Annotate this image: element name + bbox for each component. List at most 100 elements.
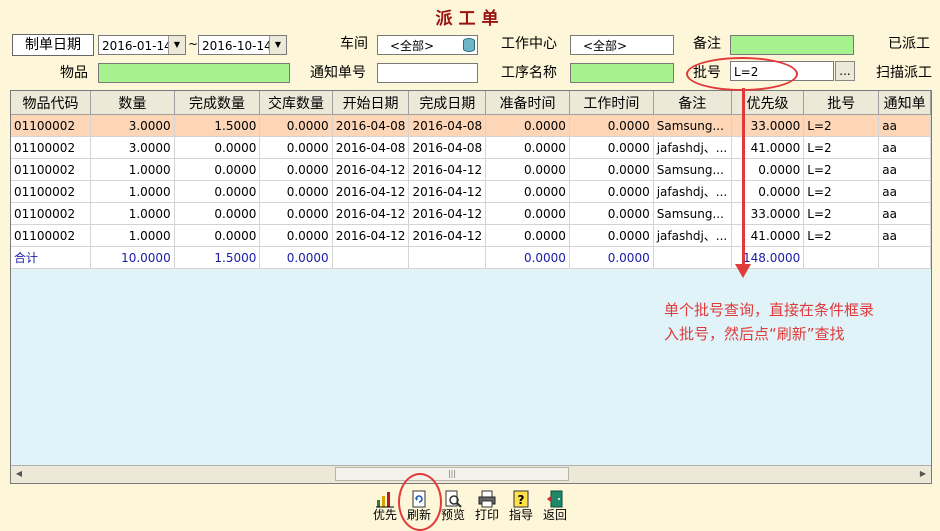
table-cell: L=2 [803, 158, 880, 181]
table-row[interactable]: 01100002 1.0000 0.0000 0.0000 2016-04-12 2016… [11, 158, 931, 181]
table-cell: 0.0000 [174, 158, 261, 181]
toolbar-label: 刷新 [406, 508, 431, 522]
annotation-text: 单个批号查询，直接在条件框录 入批号，然后点“刷新”查找 [664, 298, 936, 346]
print-button[interactable]: 打印 [470, 490, 504, 528]
table-cell: 3.0000 [90, 136, 175, 159]
table-cell: aa [878, 180, 931, 203]
database-icon[interactable] [463, 38, 475, 52]
table-cell: 0.0000 [485, 158, 570, 181]
table-cell [332, 246, 410, 269]
process-input[interactable] [570, 63, 674, 83]
item-input[interactable] [98, 63, 290, 83]
column-header[interactable]: 备注 [653, 91, 732, 115]
date-to-value: 2016-10-14 [202, 39, 272, 53]
column-header[interactable]: 物品代码 [11, 91, 91, 115]
table-cell: 0.0000 [259, 202, 333, 225]
date-label-button[interactable]: 制单日期 [12, 34, 94, 56]
table-cell: 0.0000 [174, 202, 261, 225]
chevron-down-icon[interactable]: ▼ [168, 36, 185, 54]
header-row: 物品代码 数量 完成数量 交库数量 开始日期 完成日期 准备时间 工作时间 备注… [11, 91, 931, 115]
notice-input[interactable] [377, 63, 478, 83]
table-row[interactable]: 01100002 1.0000 0.0000 0.0000 2016-04-12 2016… [11, 180, 931, 203]
toolbar-label: 打印 [474, 508, 499, 522]
table-cell [408, 246, 487, 269]
refresh-icon [410, 490, 428, 508]
column-header[interactable]: 完成数量 [174, 91, 261, 115]
table-cell: 0.0000 [259, 246, 333, 269]
notice-label: 通知单号 [310, 65, 366, 81]
table-cell: 2016-04-12 [408, 158, 487, 181]
svg-text:?: ? [518, 493, 525, 507]
table-cell: 1.0000 [90, 158, 175, 181]
annotation-line: 单个批号查询，直接在条件框录 [664, 301, 875, 319]
column-header[interactable]: 批号 [803, 91, 880, 115]
scroll-right-icon[interactable]: ▶ [915, 466, 931, 482]
horizontal-scrollbar[interactable]: ◀ ||| ▶ [11, 465, 931, 483]
table-cell: 2016-04-08 [332, 136, 410, 159]
table-row[interactable]: 01100002 3.0000 0.0000 0.0000 2016-04-08 2016… [11, 136, 931, 159]
table-cell: 0.0000 [569, 180, 654, 203]
table-cell: aa [878, 202, 931, 225]
table-cell: 2016-04-08 [408, 114, 487, 137]
column-header[interactable]: 开始日期 [332, 91, 410, 115]
column-header[interactable]: 完成日期 [408, 91, 487, 115]
table-cell: 0.0000 [569, 136, 654, 159]
process-label: 工序名称 [501, 65, 557, 81]
column-header[interactable]: 通知单 [878, 91, 931, 115]
data-grid: 物品代码 数量 完成数量 交库数量 开始日期 完成日期 准备时间 工作时间 备注… [11, 91, 931, 269]
date-from-value: 2016-01-14 [102, 39, 172, 53]
table-cell: 1.0000 [90, 180, 175, 203]
table-row[interactable]: 01100002 1.0000 0.0000 0.0000 2016-04-12 2016… [11, 202, 931, 225]
table-cell: 01100002 [11, 224, 91, 247]
total-row[interactable]: 合计 10.0000 1.5000 0.0000 0.0000 0.0000 148.000… [11, 246, 931, 269]
chevron-down-icon[interactable]: ▼ [269, 36, 286, 54]
scrollbar-thumb[interactable]: ||| [335, 467, 569, 481]
refresh-button[interactable]: 刷新 [402, 490, 436, 528]
table-cell: 0.0000 [259, 180, 333, 203]
column-header[interactable]: 交库数量 [259, 91, 333, 115]
table-cell: jafashdj、... [653, 224, 732, 247]
window-title: 派工单 [435, 9, 505, 29]
scroll-left-icon[interactable]: ◀ [11, 466, 27, 482]
batch-browse-button[interactable]: ... [835, 61, 855, 81]
table-cell: 1.0000 [90, 224, 175, 247]
guide-button[interactable]: ? 指导 [504, 490, 538, 528]
table-cell: 0.0000 [174, 136, 261, 159]
remark-label: 备注 [693, 36, 721, 52]
table-cell: 0.0000 [569, 158, 654, 181]
table-cell: Samsung... [653, 114, 732, 137]
table-cell: Samsung... [653, 202, 732, 225]
column-header[interactable]: 数量 [90, 91, 175, 115]
dispatch-table[interactable]: 物品代码 数量 完成数量 交库数量 开始日期 完成日期 准备时间 工作时间 备注… [10, 90, 932, 484]
column-header[interactable]: 准备时间 [485, 91, 570, 115]
table-cell: 2016-04-12 [408, 224, 487, 247]
remark-input[interactable] [730, 35, 854, 55]
column-header[interactable]: 工作时间 [569, 91, 654, 115]
table-row[interactable]: 01100002 1.0000 0.0000 0.0000 2016-04-12 2016… [11, 224, 931, 247]
workshop-select[interactable]: <全部> [377, 35, 478, 55]
return-button[interactable]: 返回 [538, 490, 572, 528]
table-cell: 2016-04-08 [332, 114, 410, 137]
exit-door-icon [546, 490, 564, 508]
table-cell: L=2 [803, 136, 880, 159]
table-cell: 0.0000 [259, 114, 333, 137]
table-cell: 2016-04-08 [408, 136, 487, 159]
item-label: 物品 [60, 65, 88, 81]
toolbar-label: 预览 [440, 508, 465, 522]
date-from-picker[interactable]: 2016-01-14 ▼ [98, 35, 186, 55]
date-to-picker[interactable]: 2016-10-14 ▼ [198, 35, 287, 55]
priority-chart-icon [376, 490, 394, 508]
table-cell: 2016-04-12 [408, 202, 487, 225]
preview-button[interactable]: 预览 [436, 490, 470, 528]
dispatched-label: 已派工 [888, 36, 930, 52]
table-cell: 01100002 [11, 202, 91, 225]
table-cell: aa [878, 224, 931, 247]
table-cell: 0.0000 [174, 180, 261, 203]
table-cell: aa [878, 158, 931, 181]
table-cell: 2016-04-12 [332, 180, 410, 203]
table-cell: 1.5000 [174, 114, 261, 137]
workcenter-field[interactable]: <全部> [570, 35, 674, 55]
workshop-value: <全部> [390, 39, 435, 53]
table-row[interactable]: 01100002 3.0000 1.5000 0.0000 2016-04-08 2016… [11, 114, 931, 137]
priority-button[interactable]: 优先 [368, 490, 402, 528]
